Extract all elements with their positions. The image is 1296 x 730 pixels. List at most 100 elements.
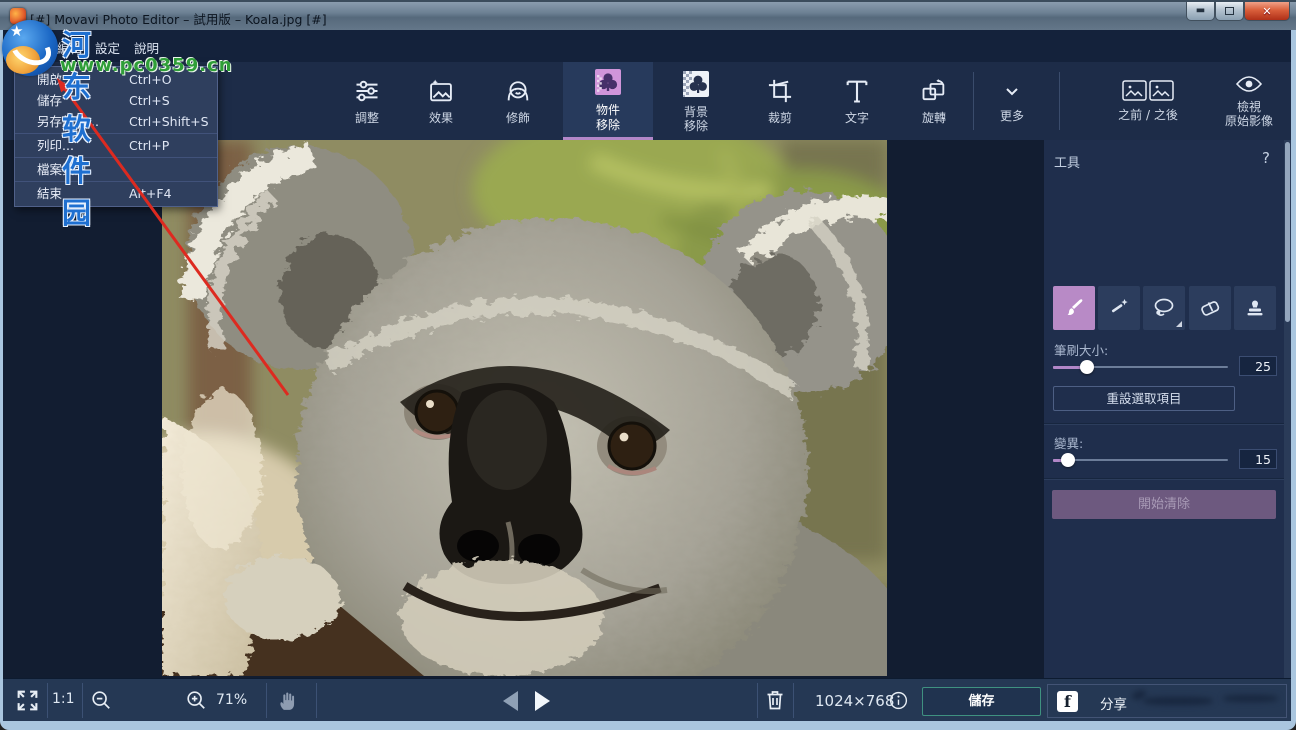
sliders-icon [353, 77, 381, 105]
bottom-bar: 1:1 71% [3, 678, 1291, 721]
actual-size-button[interactable]: 1:1 [52, 691, 75, 707]
menu-settings[interactable]: 設定 [95, 38, 120, 57]
next-image-button[interactable] [535, 691, 550, 711]
tab-background-removal[interactable]: 背景移除 [653, 62, 739, 140]
tab-effects-label: 效果 [429, 111, 453, 125]
tab-rotate-label: 旋轉 [922, 111, 946, 125]
tab-more[interactable]: 更多 [979, 62, 1045, 140]
lasso-tool-button[interactable] [1143, 286, 1185, 330]
panel-scrollbar-thumb[interactable] [1285, 142, 1290, 322]
brush-size-slider-knob[interactable] [1080, 360, 1094, 374]
censored-smudge [1143, 697, 1213, 705]
tab-effects[interactable]: 效果 [404, 62, 478, 140]
app-content: 檔案 編輯 設定 說明 調整 效果 [3, 30, 1291, 721]
maximize-icon [1225, 7, 1234, 15]
menu-item-file-info[interactable]: 檔案資訊 [15, 159, 217, 180]
crop-icon [766, 77, 794, 105]
menu-item-open[interactable]: 開啟... Ctrl+O [15, 69, 217, 90]
info-icon [888, 690, 909, 711]
view-original-button[interactable]: 檢視原始影像 [1208, 62, 1290, 140]
start-erase-button[interactable]: 開始清除 [1052, 490, 1276, 519]
menu-separator [15, 181, 217, 182]
brush-size-label: 筆刷大小: [1054, 340, 1108, 359]
bottom-separator [793, 683, 794, 718]
file-menu-dropdown: 開啟... Ctrl+O 儲存 Ctrl+S 另存新檔... Ctrl+Shif… [14, 66, 218, 207]
tab-more-label: 更多 [1000, 109, 1024, 123]
menu-item-print[interactable]: 列印... Ctrl+P [15, 135, 217, 156]
save-button[interactable]: 儲存 [922, 687, 1041, 716]
previous-image-button[interactable] [503, 691, 518, 711]
before-after-icon [1122, 80, 1174, 102]
menu-item-save[interactable]: 儲存 Ctrl+S [15, 90, 217, 111]
zoom-out-button[interactable] [90, 689, 112, 715]
fit-to-screen-button[interactable] [15, 688, 40, 717]
face-icon [504, 77, 532, 105]
menu-separator [15, 133, 217, 134]
share-box: f 分享 [1047, 684, 1287, 718]
menu-item-save-as[interactable]: 另存新檔... Ctrl+Shift+S [15, 111, 217, 132]
text-icon [843, 77, 871, 105]
minimize-button[interactable]: ▬ [1186, 2, 1215, 21]
delete-image-button[interactable] [763, 688, 787, 716]
bottom-separator [82, 683, 83, 718]
tab-crop[interactable]: 裁剪 [741, 62, 819, 140]
eraser-tool-button[interactable] [1189, 286, 1231, 330]
tools-panel-title: 工具 [1054, 152, 1080, 171]
variation-slider-track[interactable] [1053, 459, 1228, 461]
effects-icon [427, 77, 455, 105]
title-bar[interactable]: [#] Movavi Photo Editor – 試用版 – Koala.jp… [0, 0, 1296, 30]
tab-rotate[interactable]: 旋轉 [895, 62, 973, 140]
close-icon: ✕ [1262, 6, 1271, 17]
before-after-button[interactable]: 之前 / 之後 [1088, 62, 1208, 140]
app-icon [10, 8, 26, 24]
brush-tool-button[interactable] [1053, 286, 1095, 330]
maximize-button[interactable] [1215, 2, 1244, 21]
tab-retouch[interactable]: 修飾 [478, 62, 558, 140]
menu-bar: 檔案 編輯 設定 說明 [3, 30, 1291, 62]
hand-tool-button[interactable] [275, 688, 300, 717]
tab-adjust[interactable]: 調整 [330, 62, 404, 140]
tab-object-removal[interactable]: 物件移除 [563, 62, 653, 140]
menu-separator [15, 157, 217, 158]
chevron-down-icon [1000, 79, 1024, 103]
menu-help[interactable]: 說明 [134, 38, 159, 57]
stamp-icon [1243, 296, 1267, 320]
variation-label: 變異: [1054, 433, 1083, 452]
reset-selection-button[interactable]: 重設選取項目 [1053, 386, 1235, 411]
close-button[interactable]: ✕ [1244, 2, 1290, 21]
image-dimensions: 1024×768 [815, 692, 894, 710]
variation-slider-knob[interactable] [1061, 453, 1075, 467]
toolbar-separator [1059, 72, 1060, 130]
help-icon[interactable]: ? [1262, 149, 1270, 167]
menu-edit[interactable]: 編輯 [57, 38, 82, 57]
menu-file[interactable]: 檔案 [30, 38, 55, 57]
submenu-indicator [1176, 321, 1182, 327]
variation-value[interactable]: 15 [1239, 449, 1277, 469]
bottom-separator [757, 683, 758, 718]
window-title: [#] Movavi Photo Editor – 試用版 – Koala.jp… [30, 9, 327, 28]
zoom-level: 71% [216, 692, 247, 708]
tab-text-label: 文字 [845, 111, 869, 125]
image-info-button[interactable] [888, 690, 909, 715]
stamp-tool-button[interactable] [1234, 286, 1276, 330]
app-window: [#] Movavi Photo Editor – 試用版 – Koala.jp… [0, 0, 1296, 730]
fit-screen-icon [15, 688, 40, 713]
brush-size-value[interactable]: 25 [1239, 356, 1277, 376]
toolbar-separator [973, 72, 974, 130]
rotate-icon [920, 77, 948, 105]
zoom-in-button[interactable] [185, 689, 207, 715]
tab-retouch-label: 修飾 [506, 111, 530, 125]
magic-wand-tool-button[interactable] [1098, 286, 1140, 330]
minimize-icon: ▬ [1196, 6, 1205, 16]
menu-item-exit[interactable]: 結束 Alt+F4 [15, 183, 217, 204]
facebook-icon[interactable]: f [1057, 691, 1078, 712]
tools-panel: 工具 ? [1044, 140, 1284, 678]
photo-canvas[interactable] [162, 140, 887, 676]
tab-text[interactable]: 文字 [819, 62, 895, 140]
share-button[interactable]: 分享 [1100, 693, 1127, 713]
zoom-in-icon [185, 689, 207, 711]
editor-canvas [3, 140, 1044, 678]
panel-divider [1044, 423, 1284, 424]
tab-object-removal-label: 物件移除 [596, 103, 620, 132]
bottom-separator [266, 683, 267, 718]
